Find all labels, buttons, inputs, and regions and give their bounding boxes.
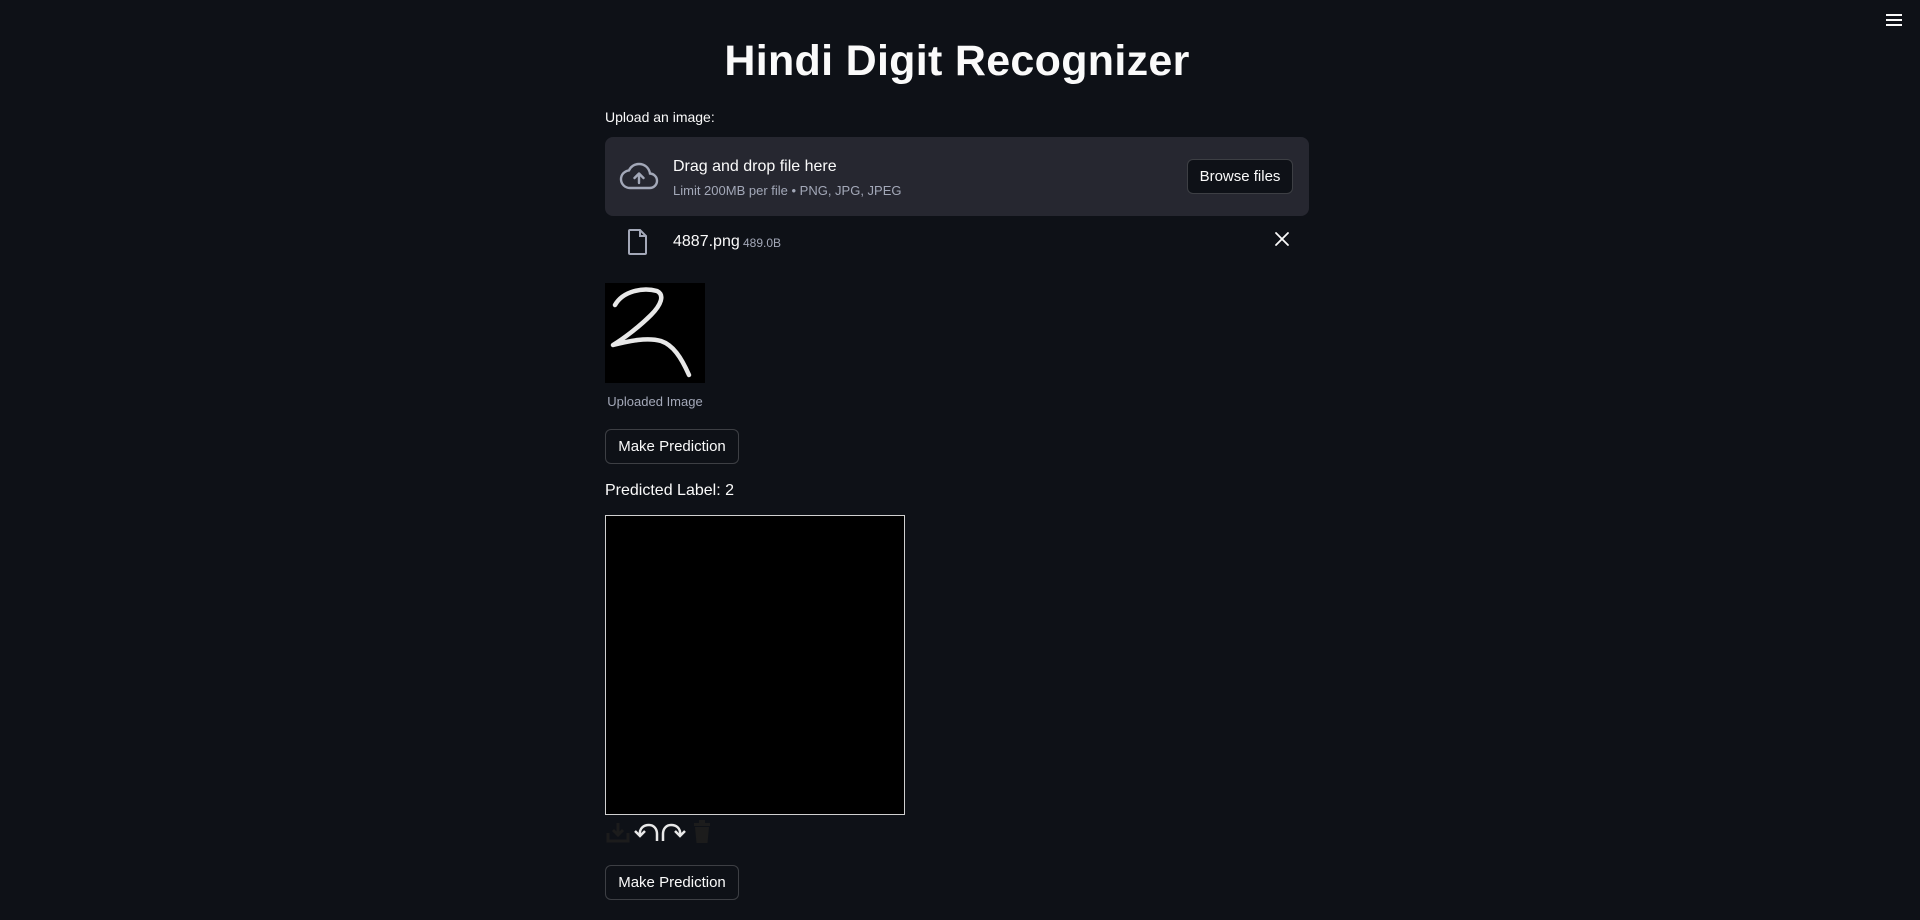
- file-uploader-label: Upload an image:: [605, 109, 715, 125]
- main-content: Hindi Digit Recognizer Upload an image: …: [605, 0, 1309, 900]
- main-menu-button[interactable]: [1882, 10, 1906, 30]
- make-prediction-canvas-button[interactable]: Make Prediction: [605, 865, 739, 900]
- canvas-toolbar: [605, 819, 1309, 845]
- dropzone-hint: Limit 200MB per file • PNG, JPG, JPEG: [673, 183, 902, 198]
- browse-files-button[interactable]: Browse files: [1187, 159, 1293, 194]
- page-title: Hindi Digit Recognizer: [724, 37, 1190, 85]
- make-prediction-button[interactable]: Make Prediction: [605, 429, 739, 464]
- trash-icon[interactable]: [689, 819, 715, 845]
- predicted-label-text: Predicted Label: 2: [605, 482, 734, 499]
- hamburger-menu-icon: [1886, 14, 1902, 26]
- file-size: 489.0B: [743, 236, 782, 250]
- uploaded-file-item: 4887.png 489.0B: [605, 216, 1309, 274]
- image-caption: Uploaded Image: [607, 394, 703, 409]
- dropzone-title: Drag and drop file here: [673, 158, 837, 175]
- file-name: 4887.png: [673, 233, 740, 250]
- drawing-canvas[interactable]: [605, 515, 905, 815]
- redo-icon[interactable]: [661, 819, 687, 845]
- file-icon: [628, 229, 647, 255]
- uploaded-image: [605, 283, 705, 383]
- download-icon[interactable]: [605, 819, 631, 845]
- undo-icon[interactable]: [633, 819, 659, 845]
- digit-image-preview: [605, 283, 705, 383]
- close-icon[interactable]: [1273, 230, 1291, 248]
- file-dropzone[interactable]: Drag and drop file here Limit 200MB per …: [605, 137, 1309, 216]
- cloud-upload-icon: [619, 162, 659, 190]
